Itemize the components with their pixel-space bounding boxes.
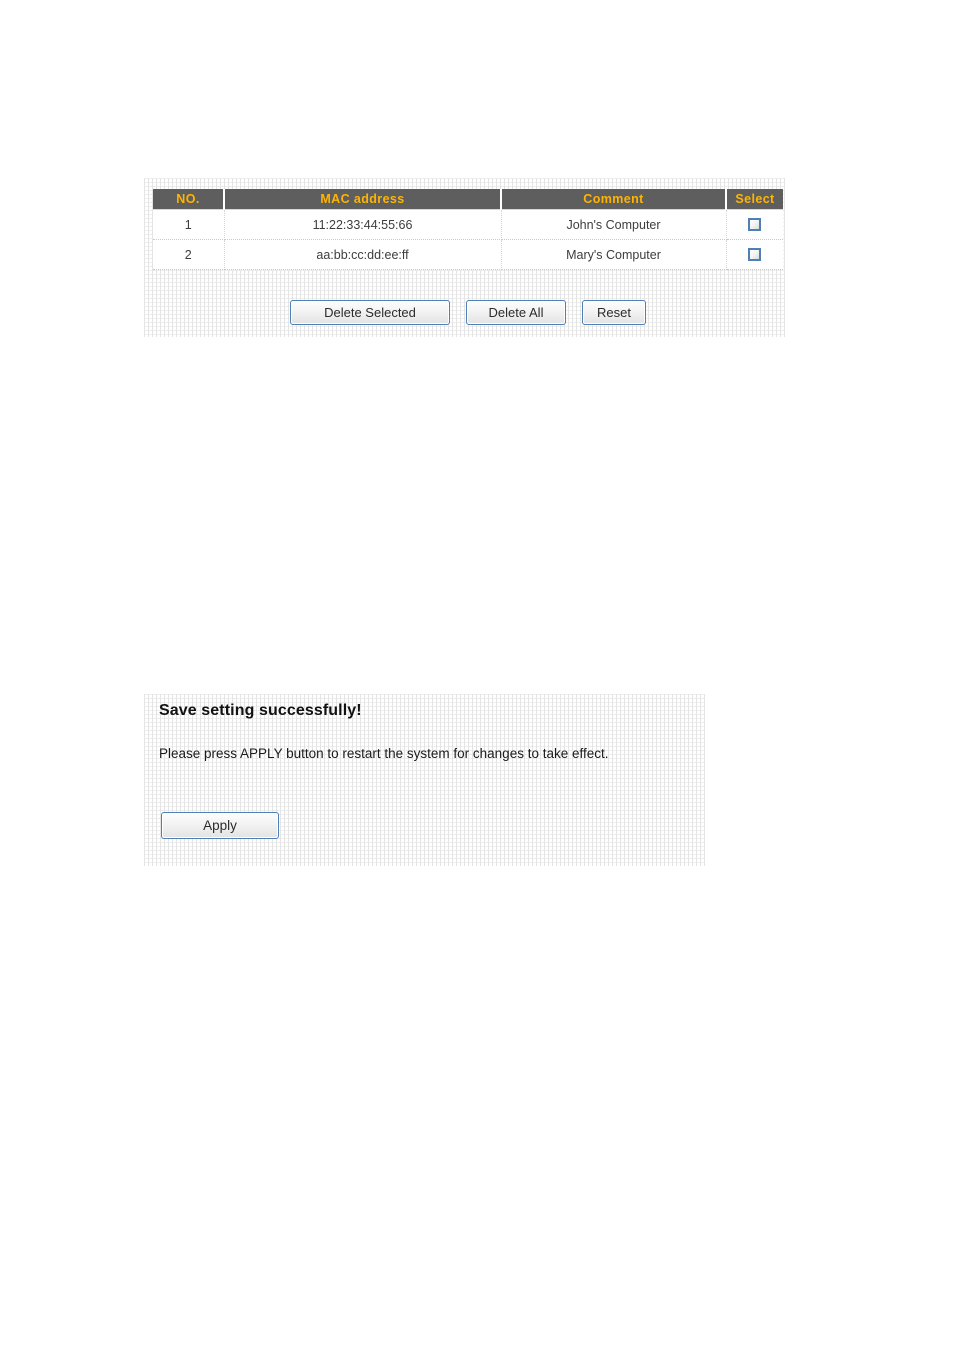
apply-button[interactable]: Apply xyxy=(161,812,279,839)
column-header-comment: Comment xyxy=(501,189,727,210)
cell-select xyxy=(726,239,783,270)
table-row: 2 aa:bb:cc:dd:ee:ff Mary's Computer xyxy=(153,239,783,270)
save-success-message: Please press APPLY button to restart the… xyxy=(159,746,609,761)
mac-filter-table: NO. MAC address Comment Select 1 11:22:3… xyxy=(153,189,783,270)
checkbox-unchecked-icon[interactable] xyxy=(748,218,762,232)
cell-select xyxy=(726,209,783,240)
save-confirmation-panel: Save setting successfully! Please press … xyxy=(144,694,705,866)
cell-comment: John's Computer xyxy=(501,209,727,240)
table-row: 1 11:22:33:44:55:66 John's Computer xyxy=(153,209,783,240)
save-success-title: Save setting successfully! xyxy=(159,702,362,719)
column-header-no: NO. xyxy=(153,189,225,210)
checkbox-unchecked-icon[interactable] xyxy=(748,248,762,262)
column-header-mac-address: MAC address xyxy=(224,189,502,210)
cell-comment: Mary's Computer xyxy=(501,239,727,270)
cell-mac-address: aa:bb:cc:dd:ee:ff xyxy=(224,239,502,270)
cell-no: 2 xyxy=(153,239,225,270)
table-header-row: NO. MAC address Comment Select xyxy=(153,189,783,210)
mac-filter-button-row: Delete Selected Delete All Reset xyxy=(153,296,783,328)
reset-button[interactable]: Reset xyxy=(582,299,646,325)
cell-mac-address: 11:22:33:44:55:66 xyxy=(224,209,502,240)
delete-selected-button[interactable]: Delete Selected xyxy=(290,299,450,325)
cell-no: 1 xyxy=(153,209,225,240)
delete-all-button[interactable]: Delete All xyxy=(466,299,566,325)
mac-filter-panel: NO. MAC address Comment Select 1 11:22:3… xyxy=(144,178,785,337)
column-header-select: Select xyxy=(726,189,783,210)
